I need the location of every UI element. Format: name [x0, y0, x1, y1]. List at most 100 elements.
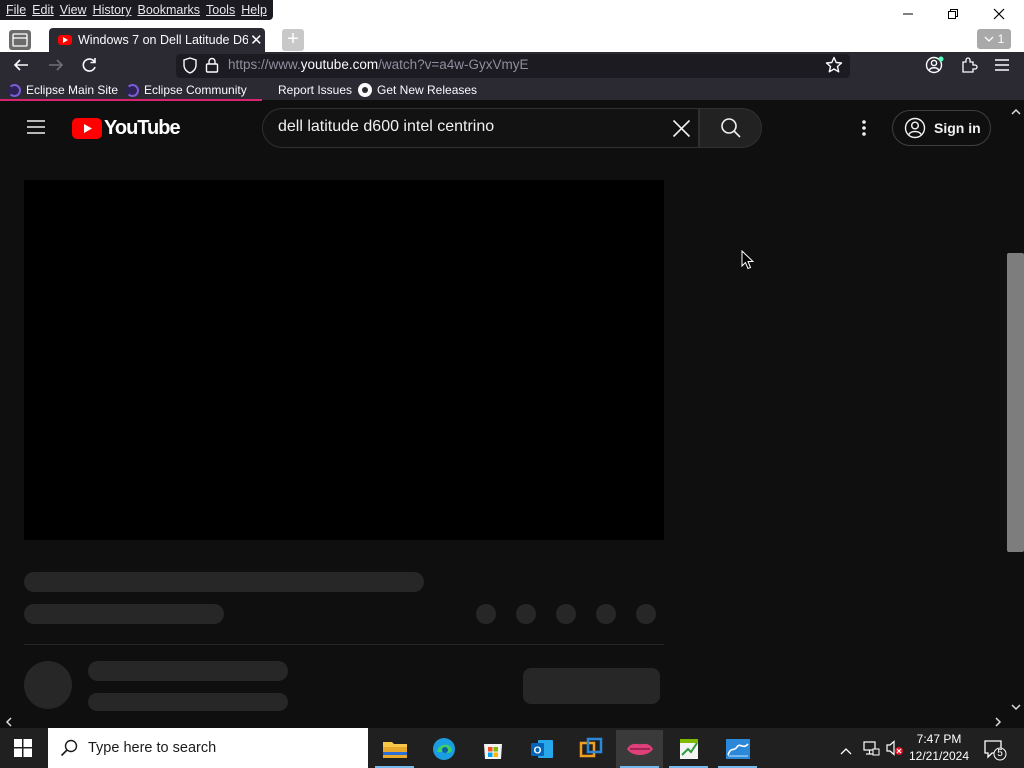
- avatar-skeleton: [24, 661, 72, 709]
- action-skeleton: [556, 604, 576, 624]
- scroll-up-arrow-icon[interactable]: [1011, 103, 1021, 121]
- taskbar-graph-app[interactable]: [714, 730, 761, 768]
- list-all-tabs-button[interactable]: 1: [977, 29, 1011, 49]
- tab-title: Windows 7 on Dell Latitude D600 Intel C: [78, 33, 248, 47]
- settings-more-button[interactable]: [856, 119, 872, 142]
- meta-skeleton: [24, 604, 224, 624]
- eclipse-icon: [8, 83, 21, 97]
- minimize-button[interactable]: [885, 0, 931, 28]
- new-tab-button[interactable]: +: [282, 29, 304, 51]
- bookmark-label: Get New Releases: [377, 83, 478, 97]
- back-arrow-icon: [13, 59, 28, 71]
- taskbar-remote-app[interactable]: [567, 730, 614, 768]
- action-skeleton: [596, 604, 616, 624]
- channel-skeleton: [88, 661, 288, 681]
- clear-search-button[interactable]: [672, 119, 691, 143]
- taskbar-eclipse[interactable]: [616, 730, 663, 768]
- reload-icon: [82, 58, 96, 72]
- url-text: https://www.youtube.com/watch?v=a4w-GyxV…: [228, 57, 529, 72]
- close-window-button[interactable]: [976, 0, 1022, 28]
- chevron-up-icon: [840, 748, 852, 755]
- menu-edit[interactable]: Edit: [32, 3, 54, 17]
- divider: [24, 644, 664, 645]
- menu-file[interactable]: File: [6, 3, 26, 17]
- taskbar-outlook[interactable]: O: [518, 730, 565, 768]
- taskbar-search-placeholder: Type here to search: [88, 740, 217, 756]
- restore-button[interactable]: [930, 0, 976, 28]
- firefox-view-icon: [12, 33, 28, 47]
- action-skeleton: [516, 604, 536, 624]
- search-icon: [720, 118, 741, 138]
- bookmark-star-button[interactable]: [825, 56, 843, 79]
- network-button[interactable]: [862, 740, 880, 761]
- bookmark-label: Eclipse Community: [144, 83, 247, 97]
- minimize-icon: [903, 13, 913, 15]
- taskbar-editor-app[interactable]: [665, 730, 712, 768]
- sign-in-label: Sign in: [934, 120, 981, 136]
- video-player[interactable]: [24, 180, 664, 540]
- show-hidden-icons-button[interactable]: [840, 742, 852, 760]
- url-path: /watch?v=a4w-GyxVmyE: [378, 57, 529, 72]
- system-clock[interactable]: 7:47 PM 12/21/2024: [905, 731, 973, 765]
- bookmark-eclipse-community[interactable]: Eclipse Community: [126, 82, 247, 98]
- bookmark-report-issues[interactable]: Report Issues: [278, 82, 352, 98]
- notification-count: 5: [997, 748, 1003, 759]
- menu-view[interactable]: View: [60, 3, 87, 17]
- youtube-favicon-icon: [58, 35, 72, 45]
- app-menu-button[interactable]: [994, 58, 1010, 77]
- bookmark-eclipse-main-site[interactable]: Eclipse Main Site: [8, 82, 118, 98]
- volume-button[interactable]: [885, 740, 905, 761]
- start-button[interactable]: [14, 739, 32, 762]
- edge-icon: [432, 738, 455, 760]
- notepad-icon: [679, 739, 698, 759]
- sign-in-button[interactable]: Sign in: [892, 110, 991, 146]
- forward-button[interactable]: [47, 57, 65, 78]
- menu-tools[interactable]: Tools: [206, 3, 235, 17]
- taskbar-edge[interactable]: [420, 730, 467, 768]
- account-circle-icon: [904, 117, 926, 139]
- chart-icon: [725, 739, 750, 759]
- menu-bookmarks[interactable]: Bookmarks: [137, 3, 200, 17]
- extensions-button[interactable]: [960, 56, 978, 79]
- url-prefix: https://www.: [228, 57, 301, 72]
- firefox-view-button[interactable]: [9, 30, 31, 50]
- menu-history[interactable]: History: [93, 3, 132, 17]
- folder-icon: [382, 742, 407, 758]
- youtube-guide-button[interactable]: [26, 119, 46, 140]
- back-button[interactable]: [12, 57, 30, 78]
- close-tab-icon[interactable]: ✕: [250, 31, 263, 49]
- youtube-search-button[interactable]: [699, 108, 762, 148]
- close-icon: [672, 119, 691, 138]
- github-icon: [358, 83, 372, 97]
- more-vert-icon: [862, 120, 866, 136]
- taskbar-file-explorer[interactable]: [371, 730, 418, 768]
- bookmark-label: Report Issues: [278, 83, 353, 97]
- taskbar-microsoft-store[interactable]: [469, 730, 516, 768]
- youtube-logo-text: YouTube: [104, 117, 181, 139]
- subscribers-skeleton: [88, 693, 288, 711]
- tracking-protection-shield-icon[interactable]: [182, 57, 198, 79]
- menu-help[interactable]: Help: [241, 3, 267, 17]
- title-skeleton: [24, 572, 424, 592]
- account-button[interactable]: [925, 56, 945, 79]
- action-skeleton: [636, 604, 656, 624]
- lock-icon[interactable]: [205, 57, 219, 78]
- reload-button[interactable]: [81, 57, 98, 78]
- forward-arrow-icon: [49, 59, 64, 71]
- horizontal-scrollbar[interactable]: [0, 711, 1024, 727]
- hamburger-icon: [27, 120, 45, 134]
- scrollbar-thumb[interactable]: [1007, 253, 1024, 552]
- action-skeleton: [476, 604, 496, 624]
- volume-muted-icon: [886, 740, 903, 756]
- youtube-logo[interactable]: YouTube: [72, 117, 181, 140]
- close-icon: [993, 8, 1005, 20]
- hamburger-icon: [995, 59, 1009, 71]
- action-center-button[interactable]: 5: [983, 739, 1007, 761]
- account-icon: [925, 56, 944, 74]
- chevron-down-icon: [984, 36, 994, 42]
- taskbar-search-box[interactable]: Type here to search: [48, 728, 368, 768]
- search-icon: [60, 739, 78, 757]
- tab-youtube[interactable]: Windows 7 on Dell Latitude D600 Intel C …: [49, 28, 265, 52]
- puzzle-icon: [962, 57, 978, 73]
- bookmark-get-new-releases[interactable]: Get New Releases: [358, 82, 477, 98]
